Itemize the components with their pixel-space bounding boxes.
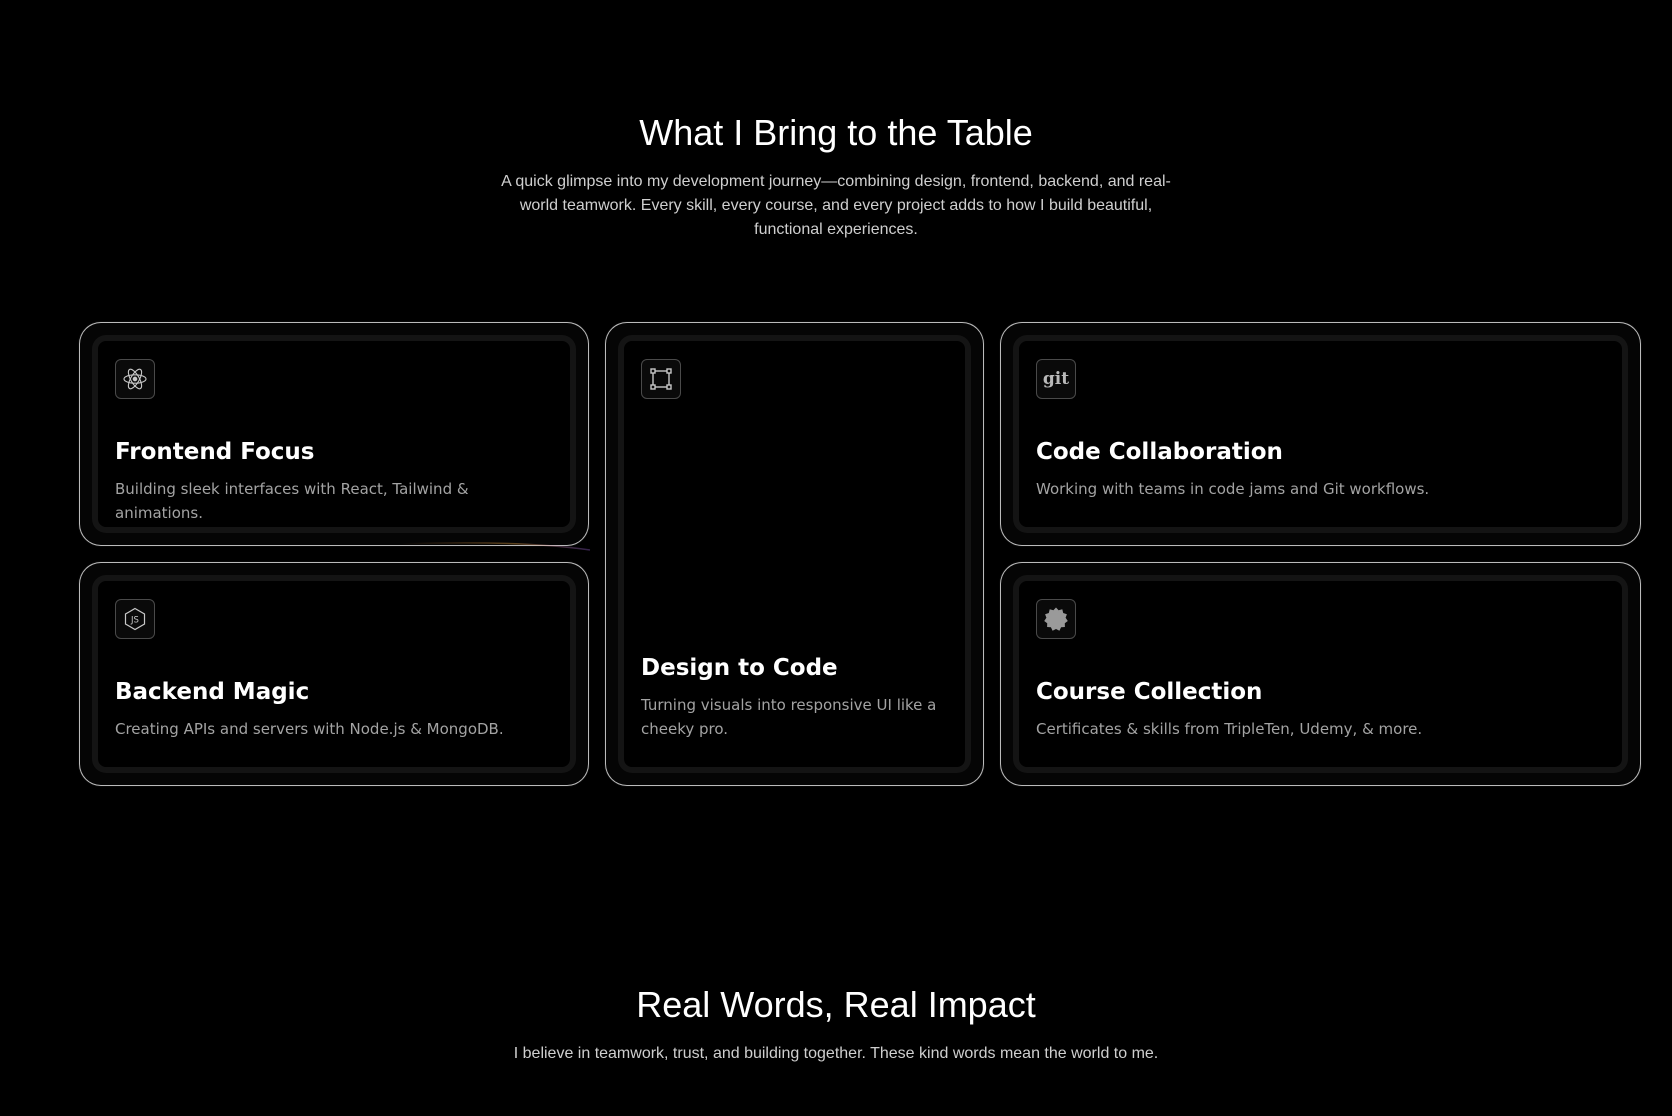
badge-icon: [1036, 599, 1076, 639]
card-frontend-focus: Frontend Focus Building sleek interfaces…: [79, 322, 589, 546]
card-title: Design to Code: [641, 655, 838, 681]
card-backend-magic: JS Backend Magic Creating APIs and serve…: [79, 562, 589, 786]
nodejs-icon: JS: [115, 599, 155, 639]
card-title: Code Collaboration: [1036, 439, 1283, 465]
card-description: Turning visuals into responsive UI like …: [641, 696, 937, 738]
testimonials-section-title: Real Words, Real Impact: [636, 984, 1036, 1025]
page: What I Bring to the Table A quick glimps…: [0, 0, 1672, 1116]
card-design-to-code: Design to Code Turning visuals into resp…: [605, 322, 984, 786]
frame-icon: [641, 359, 681, 399]
card-description: Working with teams in code jams and Git …: [1036, 480, 1430, 498]
skills-section-title: What I Bring to the Table: [639, 112, 1033, 153]
card-title: Backend Magic: [115, 679, 310, 705]
card-code-collaboration: git Code Collaboration Working with team…: [1000, 322, 1641, 546]
git-icon: git: [1036, 359, 1076, 399]
card-description: Creating APIs and servers with Node.js &…: [115, 720, 504, 738]
card-title: Course Collection: [1036, 679, 1263, 705]
react-icon: [115, 359, 155, 399]
card-description: Certificates & skills from TripleTen, Ud…: [1036, 720, 1423, 738]
card-description: Building sleek interfaces with React, Ta…: [115, 480, 469, 522]
svg-text:JS: JS: [130, 616, 139, 626]
testimonials-section-subtitle: I believe in teamwork, trust, and buildi…: [513, 1045, 1159, 1062]
card-title: Frontend Focus: [115, 439, 315, 465]
skills-section-subtitle: A quick glimpse into my development jour…: [501, 173, 1171, 238]
card-course-collection: Course Collection Certificates & skills …: [1000, 562, 1641, 786]
